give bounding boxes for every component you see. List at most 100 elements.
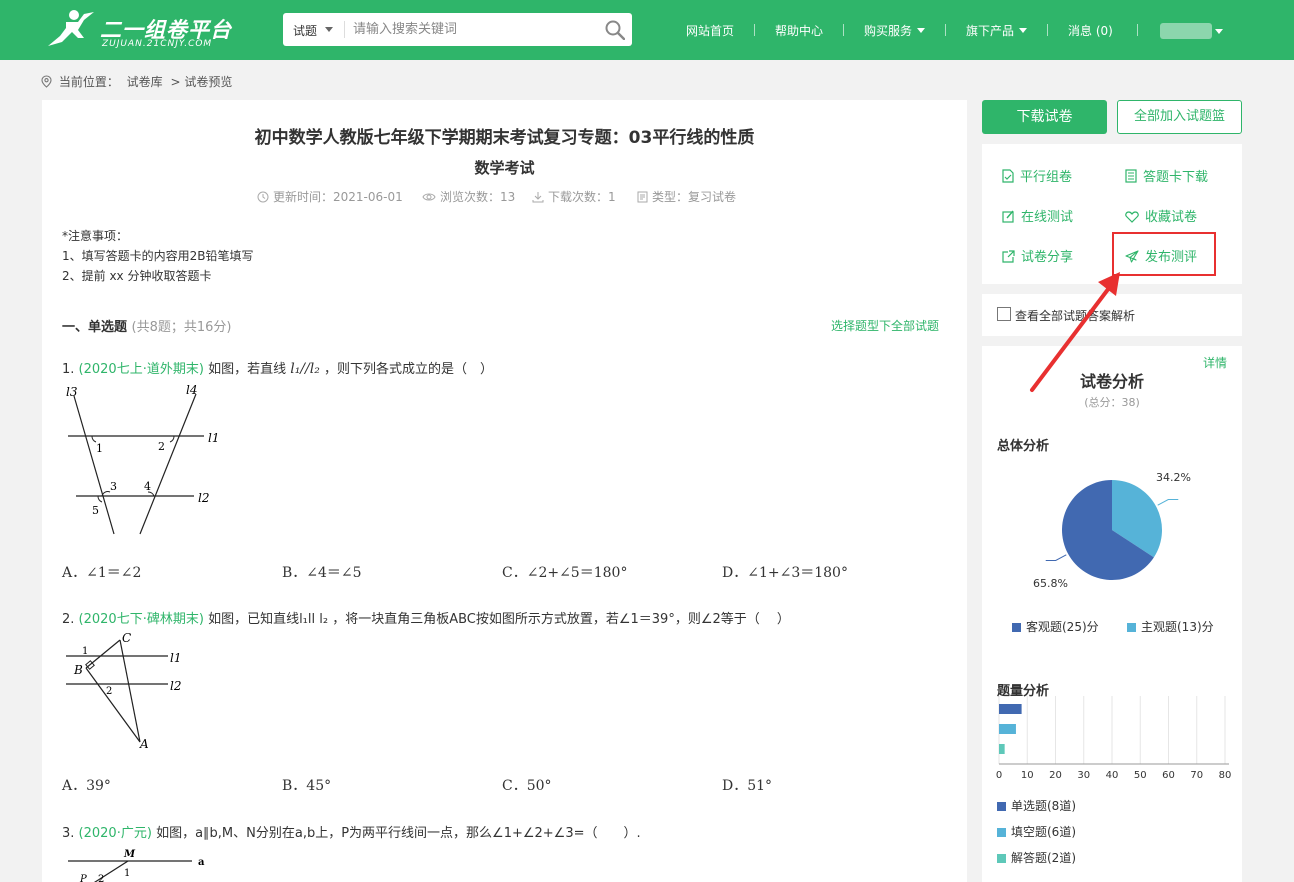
chevron-down-icon [1019,28,1028,33]
x-tick-label: 20 [1049,770,1062,781]
breadcrumb: 当前位置： 试卷库 > 试卷预览 [41,73,236,90]
question-text: 如图，已知直线l₁ll l₂ ，将一块直角三角板ABC按如图所示方式放置，若∠1… [208,612,790,627]
search-icon[interactable] [605,20,625,40]
view-all-answers-checkbox[interactable] [997,307,1011,321]
nav-buy-services[interactable]: 购买服务 [864,22,926,39]
chevron-down-icon[interactable] [325,27,333,32]
meta-type: 类型：复习试卷 [637,188,736,205]
question-3-stem[interactable]: 3. (2020·广元) 如图，a∥b,M、N分别在a,b上，P为两平行线间一点… [62,822,641,841]
meta-views: 浏览次数：13 [422,188,515,205]
fig-label: l3 [66,385,78,399]
nav-help[interactable]: 帮助中心 [775,22,823,39]
fig-label: a [198,857,205,868]
option-a[interactable]: A．∠1＝∠2 [62,562,141,582]
breadcrumb-prefix: 当前位置： [58,75,119,89]
search-bar: 试题 [283,13,632,46]
x-tick-label: 50 [1134,770,1147,781]
fig-label: l4 [186,383,197,397]
option-d[interactable]: D．51° [722,775,772,795]
fig-label: P [79,874,87,882]
legend-label: 解答题(2道) [1011,851,1076,865]
fig-label: 2 [106,686,112,697]
tool-answer-sheet-download[interactable]: 答题卡下载 [1125,166,1208,185]
download-paper-button[interactable]: 下载试卷 [982,100,1107,134]
legend-label: 填空题(6道) [1011,825,1076,839]
site-logo[interactable]: 二一组卷平台 ZUJUAN.21CNJY.COM [44,8,231,52]
add-all-to-basket-button[interactable]: 全部加入试题篮 [1117,100,1242,134]
question-number: 3. [62,826,75,841]
pie-label-objective: 65.8% [1033,577,1068,590]
fig-label: A [139,737,149,751]
fig-label: l2 [198,491,209,505]
tool-share-paper[interactable]: 试卷分享 [1002,246,1073,265]
legend-single-choice: 单选题(8道) [997,797,1076,814]
legend-swatch [997,828,1006,837]
search-input[interactable] [353,19,593,40]
chevron-down-icon[interactable] [1215,29,1223,34]
tool-label: 收藏试卷 [1145,210,1198,225]
fig-label: 2 [158,440,165,453]
option-c[interactable]: C．∠2+∠5＝180° [502,562,627,582]
nav-divider [1137,24,1138,36]
x-tick-label: 30 [1077,770,1090,781]
pie-label-subjective: 34.2% [1156,471,1191,484]
tool-online-test[interactable]: 在线测试 [1002,206,1073,225]
x-tick-label: 10 [1021,770,1034,781]
view-all-answers-label[interactable]: 查看全部试题答案解析 [1015,307,1135,324]
heart-icon [1125,211,1139,223]
search-type-select[interactable]: 试题 [293,22,317,39]
bar[interactable] [999,744,1005,754]
question-2-stem[interactable]: 2. (2020七下·碑林期末) 如图，已知直线l₁ll l₂ ，将一块直角三角… [62,608,790,627]
meta-type-text: 类型：复习试卷 [652,190,737,204]
question-1-stem[interactable]: 1. (2020七上·道外期末) 如图，若直线 l₁//l₂ ，则下列各式成立的… [62,358,493,377]
breadcrumb-item-preview: > 试卷预览 [170,75,233,89]
nav-home[interactable]: 网站首页 [686,22,734,39]
nav-messages[interactable]: 消息 (0) [1068,22,1113,39]
fig-label: l2 [170,679,181,693]
qty-bar-chart: 0 10 20 30 40 50 60 70 80 [996,696,1231,781]
question-source[interactable]: (2020七下·碑林期末) [79,612,204,627]
question-source[interactable]: (2020·广元) [79,826,152,841]
option-b[interactable]: B．∠4＝∠5 [282,562,362,582]
paper-title: 初中数学人教版七年级下学期期末考试复习专题：03平行线的性质 [254,128,755,148]
tool-favorite-paper[interactable]: 收藏试卷 [1125,206,1197,225]
fig-label: 5 [92,504,99,517]
option-d[interactable]: D．∠1+∠3＝180° [722,562,848,582]
question-source[interactable]: (2020七上·道外期末) [79,362,204,377]
analysis-title: 试卷分析 [1079,372,1144,391]
document-icon [637,191,648,203]
question-number: 2. [62,612,75,627]
select-all-link[interactable]: 选择题型下全部试题 [831,317,939,334]
notice-block: *注意事项： 1、填写答题卡的内容用2B铅笔填写 2、提前 xx 分钟收取答题卡 [62,226,254,286]
section-count: (共8题；共16分) [131,320,232,335]
x-tick-label: 60 [1162,770,1175,781]
breadcrumb-item-library[interactable]: 试卷库 [127,75,163,89]
chevron-down-icon [917,28,926,33]
option-a[interactable]: A．39° [62,775,111,795]
nav-products[interactable]: 旗下产品 [966,22,1028,39]
pie-leader-line [1157,499,1179,506]
fig-label: B [73,663,83,677]
nav-divider [1047,24,1048,36]
legend-subjective: 主观题(13)分 [1127,618,1214,635]
nav-divider [754,24,755,36]
paper-subtitle: 数学考试 [474,159,535,177]
bar[interactable] [999,704,1022,714]
question-text: ，则下列各式成立的是（ ） [323,362,493,377]
legend-label: 主观题(13)分 [1141,620,1214,634]
option-b[interactable]: B．45° [282,775,331,795]
user-avatar[interactable] [1160,23,1212,39]
question-text: 如图，若直线 [208,362,287,377]
bar[interactable] [999,724,1016,734]
option-c[interactable]: C．50° [502,775,552,795]
highlight-box [1112,232,1216,276]
tool-label: 平行组卷 [1020,170,1073,185]
legend-swatch [997,854,1006,863]
question-2-figure: C B A l1 l2 1 2 [66,631,181,751]
fig-label: l1 [208,431,219,445]
tool-parallel-compose[interactable]: 平行组卷 [1002,166,1072,185]
meta-views-text: 浏览次数：13 [440,190,516,204]
question-3-figure: M a P 1 2 [68,849,205,882]
legend-swatch [1127,623,1136,632]
tool-label: 答题卡下载 [1143,170,1209,185]
